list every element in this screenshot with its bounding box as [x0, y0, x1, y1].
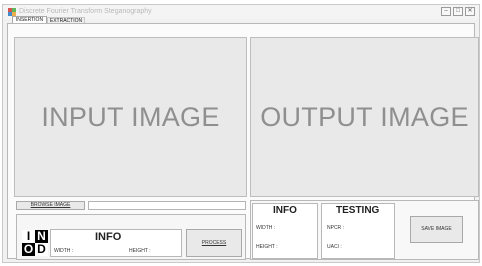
close-icon: ✕ [467, 8, 473, 14]
process-button-label: PROCESS [201, 240, 227, 246]
logo-cell-o: O [22, 242, 35, 256]
input-image-label: INPUT IMAGE [41, 101, 220, 132]
browse-image-button[interactable]: BROWSE IMAGE [16, 201, 85, 210]
browse-image-label: BROWSE IMAGE [30, 202, 71, 208]
output-image-label: OUTPUT IMAGE [260, 101, 469, 132]
minimize-button[interactable]: – [441, 7, 451, 16]
info-left-width-label: WIDTH : [54, 248, 74, 254]
close-button[interactable]: ✕ [465, 7, 475, 16]
maximize-button[interactable]: □ [453, 7, 463, 16]
app-icon [8, 8, 16, 16]
uaci-label: UACI : [327, 244, 342, 250]
npcr-label: NPCR : [327, 225, 344, 231]
info-left-title: INFO [95, 231, 122, 243]
info-right-title: INFO [273, 205, 297, 216]
info-right-width-label: WIDTH : [256, 225, 276, 231]
output-image-panel: OUTPUT IMAGE [250, 37, 479, 197]
info-left-height-label: HEIGHT : [129, 248, 151, 254]
info-group-right: INFO WIDTH : HEIGHT : [252, 203, 318, 259]
save-image-label: SAVE IMAGE [421, 226, 452, 232]
testing-title: TESTING [336, 205, 380, 216]
app-logo: I N O D [22, 230, 48, 256]
maximize-icon: □ [456, 8, 460, 14]
image-path-input[interactable] [88, 201, 246, 210]
info-group-left: INFO WIDTH : HEIGHT : [50, 229, 182, 257]
save-image-button[interactable]: SAVE IMAGE [410, 216, 463, 243]
logo-cell-d: D [35, 243, 48, 256]
input-image-panel[interactable]: INPUT IMAGE [14, 37, 247, 197]
minimize-icon: – [444, 8, 448, 14]
process-button[interactable]: PROCESS [186, 229, 242, 257]
testing-group: TESTING NPCR : UACI : [321, 203, 395, 259]
info-right-height-label: HEIGHT : [256, 244, 278, 250]
